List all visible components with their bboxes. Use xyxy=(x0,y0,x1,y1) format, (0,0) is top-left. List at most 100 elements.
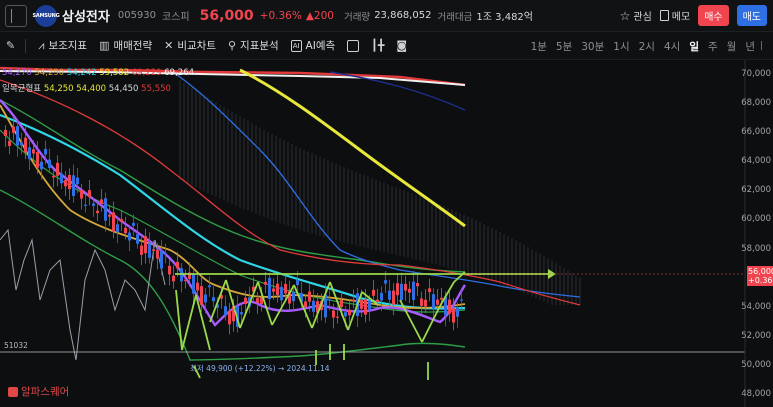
chart-toolbar: ✎ ⩘ 보조지표 ▥ 매매전략 ✕ 비교차트 ⚲ 지표분석 AI AI예측 ┃╋ ◙ 1분… xyxy=(0,32,773,60)
candle-body xyxy=(108,214,111,217)
stock-name: 삼성전자 xyxy=(62,10,110,25)
candle-body xyxy=(132,222,135,226)
analysis-label: 지표분석 xyxy=(240,40,279,52)
arrow-stroke xyxy=(181,294,197,351)
axis-tick: 64,000 xyxy=(741,156,771,166)
candle-body xyxy=(304,301,307,308)
candle-body xyxy=(436,299,439,305)
candle-type-button[interactable]: ┃╋ xyxy=(371,39,384,52)
chart-canvas[interactable] xyxy=(0,60,773,407)
legend-v2: 54,242 xyxy=(66,68,97,78)
candle-body xyxy=(120,219,123,222)
candle-body xyxy=(296,280,299,285)
analysis-button[interactable]: ⚲ 지표분석 xyxy=(228,38,279,53)
amount-label: 거래대금 xyxy=(437,11,473,23)
current-price: 56,000 xyxy=(199,7,254,24)
candle-body xyxy=(32,149,35,154)
period-year[interactable]: 년 xyxy=(745,39,755,54)
legend-v3: 59,582 xyxy=(99,68,130,78)
price-chart[interactable]: 54,270 54,290 54,242 59,582 69,229 69,26… xyxy=(0,60,773,407)
candle-body xyxy=(256,298,259,303)
axis-tick: 68,000 xyxy=(741,98,771,108)
period-1min[interactable]: 1분 xyxy=(531,39,547,54)
candle-body xyxy=(360,299,363,309)
candle-body xyxy=(396,283,399,296)
period-30min[interactable]: 30분 xyxy=(581,39,604,54)
period-month[interactable]: 월 xyxy=(727,39,737,54)
candle-body xyxy=(428,288,431,293)
candle-body xyxy=(284,283,287,294)
compare-label: 비교차트 xyxy=(177,40,216,52)
draw-tool-button[interactable]: ✎ xyxy=(6,39,15,52)
candle-body xyxy=(164,253,167,255)
candle-body xyxy=(452,308,455,323)
axis-tick: 50,000 xyxy=(741,360,771,370)
period-2hour[interactable]: 2시 xyxy=(639,39,655,54)
candle-body xyxy=(380,292,383,301)
indicator-icon: ⩘ xyxy=(38,38,45,52)
volume-label: 거래량 xyxy=(343,11,371,23)
change-pct: +0.36% xyxy=(259,9,302,22)
candle-body xyxy=(56,162,59,176)
watch-button[interactable]: ☆ 관심 xyxy=(620,8,652,24)
low-price-label: 최저 49,900 (+12.22%) → 2024.11.14 xyxy=(190,364,330,373)
buy-button[interactable]: 매수 xyxy=(698,5,729,26)
candle-body xyxy=(244,297,247,304)
chart-type-box-button[interactable] xyxy=(347,39,360,52)
period-4hour[interactable]: 4시 xyxy=(664,39,680,54)
candle-body xyxy=(8,140,11,146)
ichimoku-v1: 54,400 xyxy=(76,84,107,94)
header-actions: ☆ 관심 메모 매수 매도 xyxy=(620,5,767,26)
period-5min[interactable]: 5분 xyxy=(556,39,572,54)
square-icon xyxy=(347,39,360,52)
strategy-button[interactable]: ▥ 매매전략 xyxy=(99,38,152,53)
sidebar-toggle-button[interactable] xyxy=(5,4,27,27)
compare-button[interactable]: ✕ 비교차트 xyxy=(164,38,216,53)
axis-tick: 60,000 xyxy=(741,214,771,224)
bollinger-middle xyxy=(0,129,466,313)
candle-body xyxy=(92,203,95,206)
ai-forecast-button[interactable]: AI AI예측 xyxy=(290,38,336,53)
candle-body xyxy=(100,199,103,205)
candle-body xyxy=(308,291,311,302)
indicators-button[interactable]: ⩘ 보조지표 xyxy=(38,38,87,53)
ai-forecast-label: AI예측 xyxy=(305,40,336,52)
candle-body xyxy=(192,274,195,294)
candle-body xyxy=(24,137,27,153)
candle-body xyxy=(64,180,67,187)
ichimoku-v2: 54,450 xyxy=(108,84,139,94)
compare-icon: ✕ xyxy=(164,39,174,52)
candle-body xyxy=(208,285,211,288)
period-1hour[interactable]: 1시 xyxy=(613,39,629,54)
candle-body xyxy=(116,224,119,233)
period-selector: 1분 5분 30분 1시 2시 4시 일 주 월 년 xyxy=(531,39,755,54)
candle-body xyxy=(72,175,75,196)
analysis-icon: ⚲ xyxy=(227,39,237,52)
candle-body xyxy=(80,189,83,199)
sell-button[interactable]: 매도 xyxy=(736,5,767,26)
period-week[interactable]: 주 xyxy=(708,39,718,54)
candle-body xyxy=(292,292,295,302)
candle-body xyxy=(312,300,315,312)
alphasquare-logo-icon xyxy=(8,386,18,397)
candle-body xyxy=(172,275,175,282)
legend-v0: 54,270 xyxy=(2,68,32,78)
candle-body xyxy=(432,294,435,309)
memo-button[interactable]: 메모 xyxy=(659,8,690,23)
candle-body xyxy=(276,283,279,296)
candle-body xyxy=(52,175,55,178)
period-day[interactable]: 일 xyxy=(689,39,699,54)
volume-value: 23,868,052 xyxy=(374,10,432,21)
axis-tick: 52,000 xyxy=(741,331,771,341)
candle-body xyxy=(168,265,171,275)
candle-body xyxy=(124,227,127,234)
bollinger-lower xyxy=(0,189,466,361)
axis-bg xyxy=(745,60,773,407)
ma-gold xyxy=(0,104,466,309)
candle-body xyxy=(36,152,39,168)
screenshot-button[interactable]: ◙ xyxy=(396,39,407,52)
memo-icon xyxy=(659,10,669,21)
axis-tick: 58,000 xyxy=(741,244,771,254)
strategy-label: 매매전략 xyxy=(113,40,153,52)
candle-body xyxy=(112,212,115,232)
